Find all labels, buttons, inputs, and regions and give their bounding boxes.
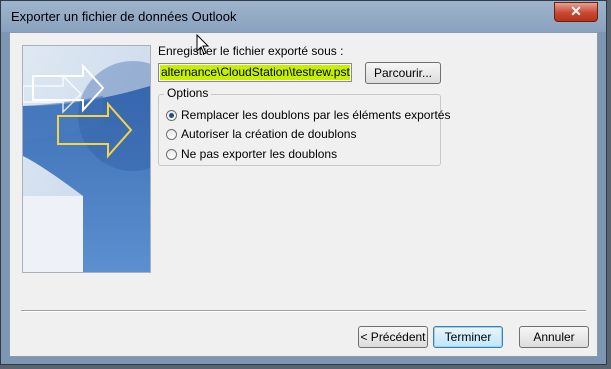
window-title: Exporter un fichier de données Outlook: [11, 9, 237, 24]
back-button[interactable]: < Précédent: [358, 326, 428, 348]
close-icon: ✕: [570, 3, 582, 19]
footer-divider: [21, 310, 586, 312]
close-button[interactable]: ✕: [554, 2, 598, 22]
option-label: Ne pas exporter les doublons: [181, 147, 338, 161]
option-allow-duplicates[interactable]: Autoriser la création de doublons: [166, 126, 356, 142]
options-legend: Options: [164, 86, 212, 100]
browse-button[interactable]: Parcourir...: [365, 62, 441, 84]
radio-button-checked[interactable]: [166, 109, 177, 121]
radio-button[interactable]: [166, 148, 177, 160]
finish-button[interactable]: Terminer: [433, 326, 503, 348]
path-value: alternance\CloudStation\testrew.pst: [160, 65, 350, 80]
mouse-cursor-icon: [196, 34, 210, 55]
cancel-button[interactable]: Annuler: [519, 326, 589, 348]
save-as-label: Enregistrer le fichier exporté sous :: [158, 44, 344, 58]
option-no-duplicates[interactable]: Ne pas exporter les doublons: [166, 146, 337, 162]
title-bar[interactable]: Exporter un fichier de données Outlook ✕: [1, 1, 606, 32]
option-label: Autoriser la création de doublons: [181, 127, 357, 141]
option-replace-duplicates[interactable]: Remplacer les doublons par les éléments …: [166, 107, 450, 123]
option-label: Remplacer les doublons par les éléments …: [181, 108, 451, 122]
outlook-export-arrows-icon: [22, 45, 151, 273]
export-dialog-window: Exporter un fichier de données Outlook ✕: [0, 0, 607, 365]
radio-button[interactable]: [166, 128, 177, 140]
path-input[interactable]: alternance\CloudStation\testrew.pst: [158, 63, 352, 82]
